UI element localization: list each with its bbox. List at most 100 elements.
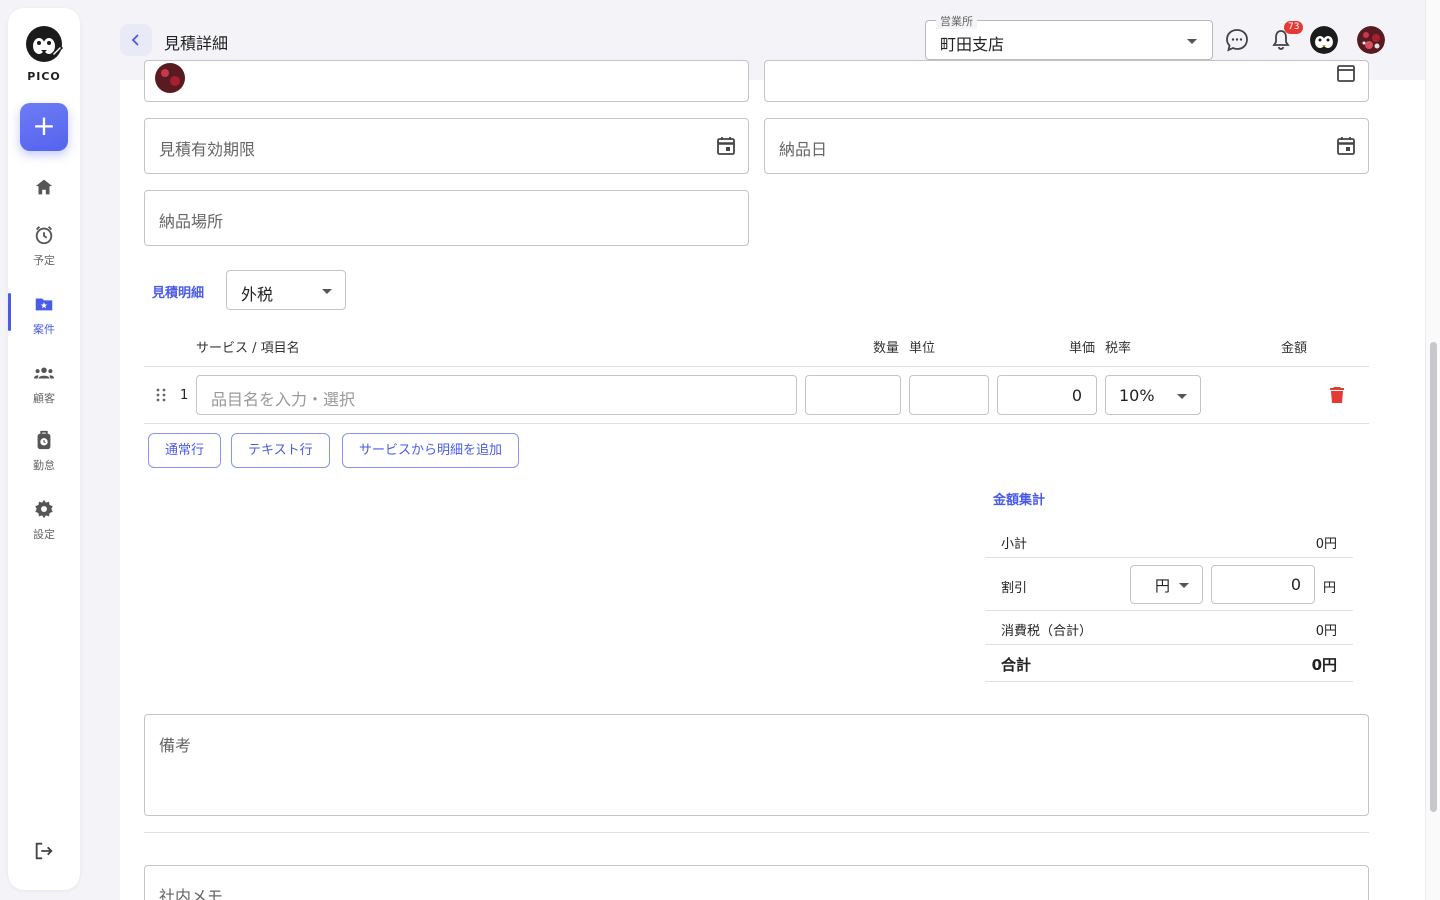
discount-amount-value: 0 (1290, 575, 1301, 594)
discount-suffix: 円 (1323, 581, 1337, 596)
delivery-date-placeholder: 納品日 (779, 140, 828, 159)
chevron-down-icon (1177, 394, 1187, 399)
trash-icon[interactable] (1329, 386, 1345, 404)
scrollbar-thumb[interactable] (1430, 342, 1437, 812)
item-name-input[interactable]: 品目名を入力・選択 (196, 375, 797, 415)
add-normal-row-button[interactable]: 通常行 (148, 433, 222, 468)
sidebar-item-home[interactable] (8, 176, 80, 202)
discount-unit-value: 円 (1155, 577, 1171, 595)
issue-date-field[interactable] (764, 60, 1369, 102)
add-text-row-button[interactable]: テキスト行 (231, 433, 330, 468)
tax-rate-select[interactable]: 10% (1105, 375, 1201, 415)
qty-input[interactable] (805, 375, 901, 415)
column-header-qty: 数量 (873, 341, 900, 356)
chevron-down-icon (322, 289, 332, 294)
discount-row: 割引 円 0 円 (985, 558, 1353, 610)
sidebar-item-settings[interactable]: 設定 (8, 498, 80, 542)
internal-memo-placeholder: 社内メモ (159, 887, 224, 900)
logo-text: PICO (27, 70, 61, 83)
subtotal-label: 小計 (1001, 537, 1028, 552)
logo[interactable]: PICO (8, 24, 80, 83)
penguin-avatar[interactable] (1310, 26, 1338, 54)
tax-rate-value: 10% (1119, 386, 1155, 405)
discount-label: 割引 (1001, 581, 1028, 596)
office-select-value: 町田支店 (940, 35, 1005, 54)
logout-button[interactable] (8, 840, 80, 866)
user-avatar[interactable] (1357, 26, 1385, 54)
logout-icon (35, 842, 53, 860)
office-select-label: 営業所 (936, 13, 977, 29)
remarks-textarea[interactable]: 備考 (144, 714, 1369, 816)
divider (985, 681, 1353, 682)
total-label: 合計 (1001, 656, 1032, 674)
divider (144, 423, 1369, 424)
estimate-form: 見積有効期限 納品日 納品場所 見積明細 外税 サービス / 項目名 数量 単位… (120, 60, 1425, 900)
office-select[interactable]: 営業所 町田支店 (925, 13, 1213, 60)
people-icon (33, 367, 55, 379)
sidebar-item-label: 設定 (33, 528, 55, 541)
sidebar-item-label: 勤怠 (33, 459, 55, 472)
remarks-placeholder: 備考 (159, 736, 192, 755)
item-name-placeholder: 品目名を入力・選択 (211, 390, 356, 409)
gear-icon (35, 499, 53, 519)
timecard-icon (37, 430, 51, 450)
details-section-label: 見積明細 (152, 286, 205, 301)
divider (144, 366, 1369, 367)
sidebar-item-attendance[interactable]: 勤怠 (8, 429, 80, 473)
sidebar: PICO + 予定 案件 顧客 勤怠 設定 (8, 8, 80, 890)
notification-badge: 73 (1284, 21, 1304, 34)
delivery-place-field[interactable]: 納品場所 (144, 190, 749, 246)
total-row: 合計 0円 (985, 645, 1353, 681)
valid-until-placeholder: 見積有効期限 (159, 140, 256, 159)
back-button[interactable] (120, 24, 152, 56)
discount-unit-select[interactable]: 円 (1130, 565, 1203, 604)
delivery-place-placeholder: 納品場所 (159, 212, 224, 231)
unit-price-value: 0 (1071, 386, 1082, 405)
chevron-down-icon (1187, 39, 1197, 44)
calendar-icon[interactable] (1336, 136, 1356, 156)
row-index: 1 (180, 388, 189, 403)
column-header-name: サービス / 項目名 (196, 341, 300, 356)
tax-label: 消費税（合計） (1001, 624, 1093, 639)
page-title: 見積詳細 (164, 34, 229, 53)
drag-handle-icon[interactable] (156, 388, 166, 402)
unit-price-input[interactable]: 0 (997, 375, 1097, 415)
tax-mode-select[interactable]: 外税 (226, 270, 346, 310)
alarm-clock-icon (35, 226, 53, 245)
internal-memo-textarea[interactable]: 社内メモ (144, 865, 1369, 900)
column-header-amount: 金額 (1281, 341, 1308, 356)
divider (144, 832, 1369, 833)
sidebar-item-label: 予定 (33, 254, 55, 267)
chat-icon[interactable] (1225, 28, 1249, 52)
subtotal-value: 0円 (1315, 537, 1337, 552)
subtotal-row: 小計 0円 (985, 525, 1353, 558)
page-scrollbar[interactable] (1425, 0, 1440, 900)
sidebar-item-label: 顧客 (33, 392, 55, 405)
home-icon (35, 179, 53, 195)
discount-amount-input[interactable]: 0 (1211, 565, 1315, 604)
sidebar-item-cases[interactable]: 案件 (8, 293, 80, 337)
staff-field[interactable] (144, 60, 749, 102)
unit-input[interactable] (909, 375, 989, 415)
staff-avatar (155, 63, 185, 93)
create-button[interactable]: + (20, 103, 68, 151)
delivery-date-field[interactable]: 納品日 (764, 118, 1369, 174)
column-header-unit: 単位 (909, 341, 936, 356)
tax-value: 0円 (1315, 624, 1337, 639)
valid-until-field[interactable]: 見積有効期限 (144, 118, 749, 174)
add-from-service-button[interactable]: サービスから明細を追加 (342, 433, 520, 468)
penguin-logo-icon (26, 26, 64, 62)
tax-row: 消費税（合計） 0円 (985, 611, 1353, 644)
column-header-tax-rate: 税率 (1105, 341, 1132, 356)
column-header-price: 単価 (1069, 341, 1096, 356)
chevron-left-icon (131, 34, 139, 46)
total-value: 0円 (1311, 656, 1337, 674)
sidebar-item-schedule[interactable]: 予定 (8, 224, 80, 268)
calendar-icon[interactable] (716, 136, 736, 156)
sidebar-item-label: 案件 (33, 323, 55, 336)
tax-mode-value: 外税 (241, 285, 274, 304)
summary-section-label: 金額集計 (993, 493, 1046, 508)
folder-star-icon (35, 298, 53, 311)
chevron-down-icon (1179, 583, 1189, 588)
sidebar-item-customers[interactable]: 顧客 (8, 362, 80, 406)
